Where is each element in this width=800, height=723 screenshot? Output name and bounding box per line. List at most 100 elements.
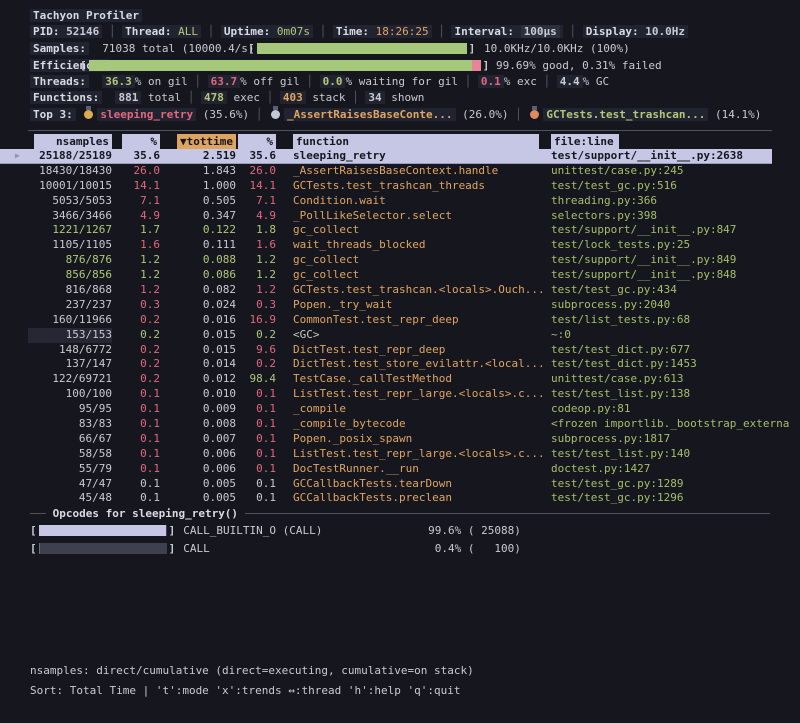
- cell-tottime: 0.006: [160, 447, 236, 462]
- table-row[interactable]: 10001/1001514.11.00014.1GCTests.test_tra…: [0, 179, 800, 194]
- header-pct-direct[interactable]: %: [122, 134, 160, 149]
- cell-pct-direct: 1.2: [112, 253, 160, 268]
- table-row[interactable]: 66/670.10.0070.1Popen._posix_spawnsubpro…: [0, 432, 800, 447]
- threads-stat-value: 36.3: [102, 75, 135, 88]
- cell-nsamples: 137/147: [28, 357, 112, 372]
- functions-stat-text: shown: [385, 91, 425, 104]
- cell-pct-direct: 0.1: [112, 432, 160, 447]
- cell-function: GCTests.test_trashcan_threads: [293, 179, 545, 194]
- threads-stat: 63.7% off gil: [208, 75, 300, 88]
- cell-function: CommonTest.test_repr_deep: [293, 313, 545, 328]
- status-label: Interval:: [454, 25, 520, 38]
- cell-tottime: 0.015: [160, 328, 236, 343]
- cell-nsamples: 153/153: [28, 328, 112, 343]
- cell-pct-direct: 0.1: [112, 447, 160, 462]
- cell-pct-direct: 0.1: [112, 477, 160, 492]
- footer-keybindings: Sort: Total Time | 't':mode 'x':trends ↔…: [30, 683, 460, 698]
- top3-item[interactable]: GCTests.test_trashcan... (14.1%): [528, 108, 761, 121]
- table-row[interactable]: 876/8761.20.0881.2gc_collecttest/support…: [0, 253, 800, 268]
- status-label: Thread:: [125, 25, 178, 38]
- header-nsamples[interactable]: nsamples: [34, 134, 112, 149]
- header-function[interactable]: function: [293, 134, 539, 149]
- cell-file-line: ~:0: [551, 328, 800, 343]
- cell-tottime: 0.008: [160, 417, 236, 432]
- table-row[interactable]: 100/1000.10.0100.1ListTest.test_repr_lar…: [0, 387, 800, 402]
- status-value: 18:26:25: [376, 25, 429, 38]
- top3-label: Top 3:: [30, 108, 76, 121]
- efficiency-bar-good-fill: [89, 60, 480, 71]
- cell-file-line: test/list_tests.py:68: [551, 313, 800, 328]
- opcode-count: ( 100): [461, 541, 521, 556]
- cell-nsamples: 1221/1267: [28, 223, 112, 238]
- table-body: ▶25188/2518935.62.51935.6sleeping_retryt…: [0, 149, 800, 506]
- cell-file-line: subprocess.py:2040: [551, 298, 800, 313]
- top3-function-name: _AssertRaisesBaseConte...: [284, 108, 456, 121]
- threads-stat-value: 0.0: [320, 75, 346, 88]
- header-file-line[interactable]: file:line: [551, 134, 619, 149]
- cell-pct-cumulative: 4.9: [236, 209, 276, 224]
- cell-function: _compile: [293, 402, 545, 417]
- cell-pct-cumulative: 1.6: [236, 238, 276, 253]
- separator: │: [345, 91, 365, 104]
- cell-pct-direct: 7.1: [112, 194, 160, 209]
- cell-nsamples: 83/83: [28, 417, 112, 432]
- top3-percent: (14.1%): [708, 108, 761, 121]
- table-row[interactable]: 856/8561.20.0861.2gc_collecttest/support…: [0, 268, 800, 283]
- functions-stat-value: 34: [365, 91, 384, 104]
- functions-stat-text: stack: [306, 91, 346, 104]
- top3-item[interactable]: _AssertRaisesBaseConte... (26.0%): [269, 108, 509, 121]
- table-row[interactable]: 1105/11051.60.1111.6wait_threads_blocked…: [0, 238, 800, 253]
- table-row[interactable]: 160/119660.20.01616.9CommonTest.test_rep…: [0, 313, 800, 328]
- table-row[interactable]: 237/2370.30.0240.3Popen._try_waitsubproc…: [0, 298, 800, 313]
- header-pct-cumulative[interactable]: %: [238, 134, 276, 149]
- table-row[interactable]: 153/1530.20.0150.2<GC>~:0: [0, 328, 800, 343]
- separator: │: [432, 25, 452, 38]
- table-row[interactable]: 95/950.10.0090.1_compilecodeop.py:81: [0, 402, 800, 417]
- cell-pct-cumulative: 1.2: [236, 268, 276, 283]
- cell-function: gc_collect: [293, 268, 545, 283]
- cell-pct-direct: 26.0: [112, 164, 160, 179]
- threads-line: Threads: 36.3% on gil │ 63.7% off gil │ …: [30, 74, 609, 89]
- table-row[interactable]: 55/790.10.0060.1DocTestRunner.__rundocte…: [0, 462, 800, 477]
- table-row[interactable]: 58/580.10.0060.1ListTest.test_repr_large…: [0, 447, 800, 462]
- table-row[interactable]: 122/697210.20.01298.4TestCase._callTestM…: [0, 372, 800, 387]
- app-title-line: Tachyon Profiler: [30, 8, 142, 23]
- table-row[interactable]: 83/830.10.0080.1_compile_bytecode<frozen…: [0, 417, 800, 432]
- cell-tottime: 0.006: [160, 462, 236, 477]
- table-row[interactable]: ▶25188/2518935.62.51935.6sleeping_retryt…: [0, 149, 772, 164]
- table-row[interactable]: 3466/34664.90.3474.9_PollLikeSelector.se…: [0, 209, 800, 224]
- threads-stat-value: 4.4: [557, 75, 583, 88]
- opcode-bar: [39, 525, 167, 536]
- cell-nsamples: 122/69721: [28, 372, 112, 387]
- header-tottime-sorted[interactable]: ▼tottime: [177, 134, 236, 149]
- cell-file-line: test/test_dict.py:1453: [551, 357, 800, 372]
- cell-function: Popen._posix_spawn: [293, 432, 545, 447]
- table-row[interactable]: 45/480.10.0050.1GCCallbackTests.preclean…: [0, 491, 800, 506]
- cell-pct-cumulative: 0.1: [236, 417, 276, 432]
- threads-stat-text: % GC: [583, 75, 610, 88]
- cell-pct-direct: 0.1: [112, 491, 160, 506]
- status-segment: Display: 10.0Hz: [583, 25, 688, 38]
- table-row[interactable]: 47/470.10.0050.1GCCallbackTests.tearDown…: [0, 477, 800, 492]
- cell-function: wait_threads_blocked: [293, 238, 545, 253]
- cell-file-line: doctest.py:1427: [551, 462, 800, 477]
- cell-pct-cumulative: 16.9: [236, 313, 276, 328]
- table-row[interactable]: 18430/1843026.01.84326.0_AssertRaisesBas…: [0, 164, 800, 179]
- cell-file-line: test/test_list.py:138: [551, 387, 800, 402]
- cell-tottime: 0.082: [160, 283, 236, 298]
- cell-tottime: 0.024: [160, 298, 236, 313]
- functions-stat-value: 881: [115, 91, 141, 104]
- table-row[interactable]: 148/67720.20.0159.6DictTest.test_repr_de…: [0, 343, 800, 358]
- top3-item[interactable]: sleeping_retry (35.6%): [82, 108, 249, 121]
- table-row[interactable]: 137/1470.20.0140.2DictTest.test_store_ev…: [0, 357, 800, 372]
- table-row[interactable]: 1221/12671.70.1221.8gc_collecttest/suppo…: [0, 223, 800, 238]
- table-row[interactable]: 816/8681.20.0821.2GCTests.test_trashcan.…: [0, 283, 800, 298]
- cell-pct-cumulative: 0.2: [236, 328, 276, 343]
- cell-pct-direct: 1.7: [112, 223, 160, 238]
- cell-nsamples: 10001/10015: [28, 179, 112, 194]
- cell-file-line: test/test_gc.py:434: [551, 283, 800, 298]
- table-row[interactable]: 5053/50537.10.5057.1Condition.waitthread…: [0, 194, 800, 209]
- cell-pct-direct: 0.2: [112, 357, 160, 372]
- status-segment: Thread: ALL: [122, 25, 201, 38]
- medal-silver-icon: [271, 110, 280, 119]
